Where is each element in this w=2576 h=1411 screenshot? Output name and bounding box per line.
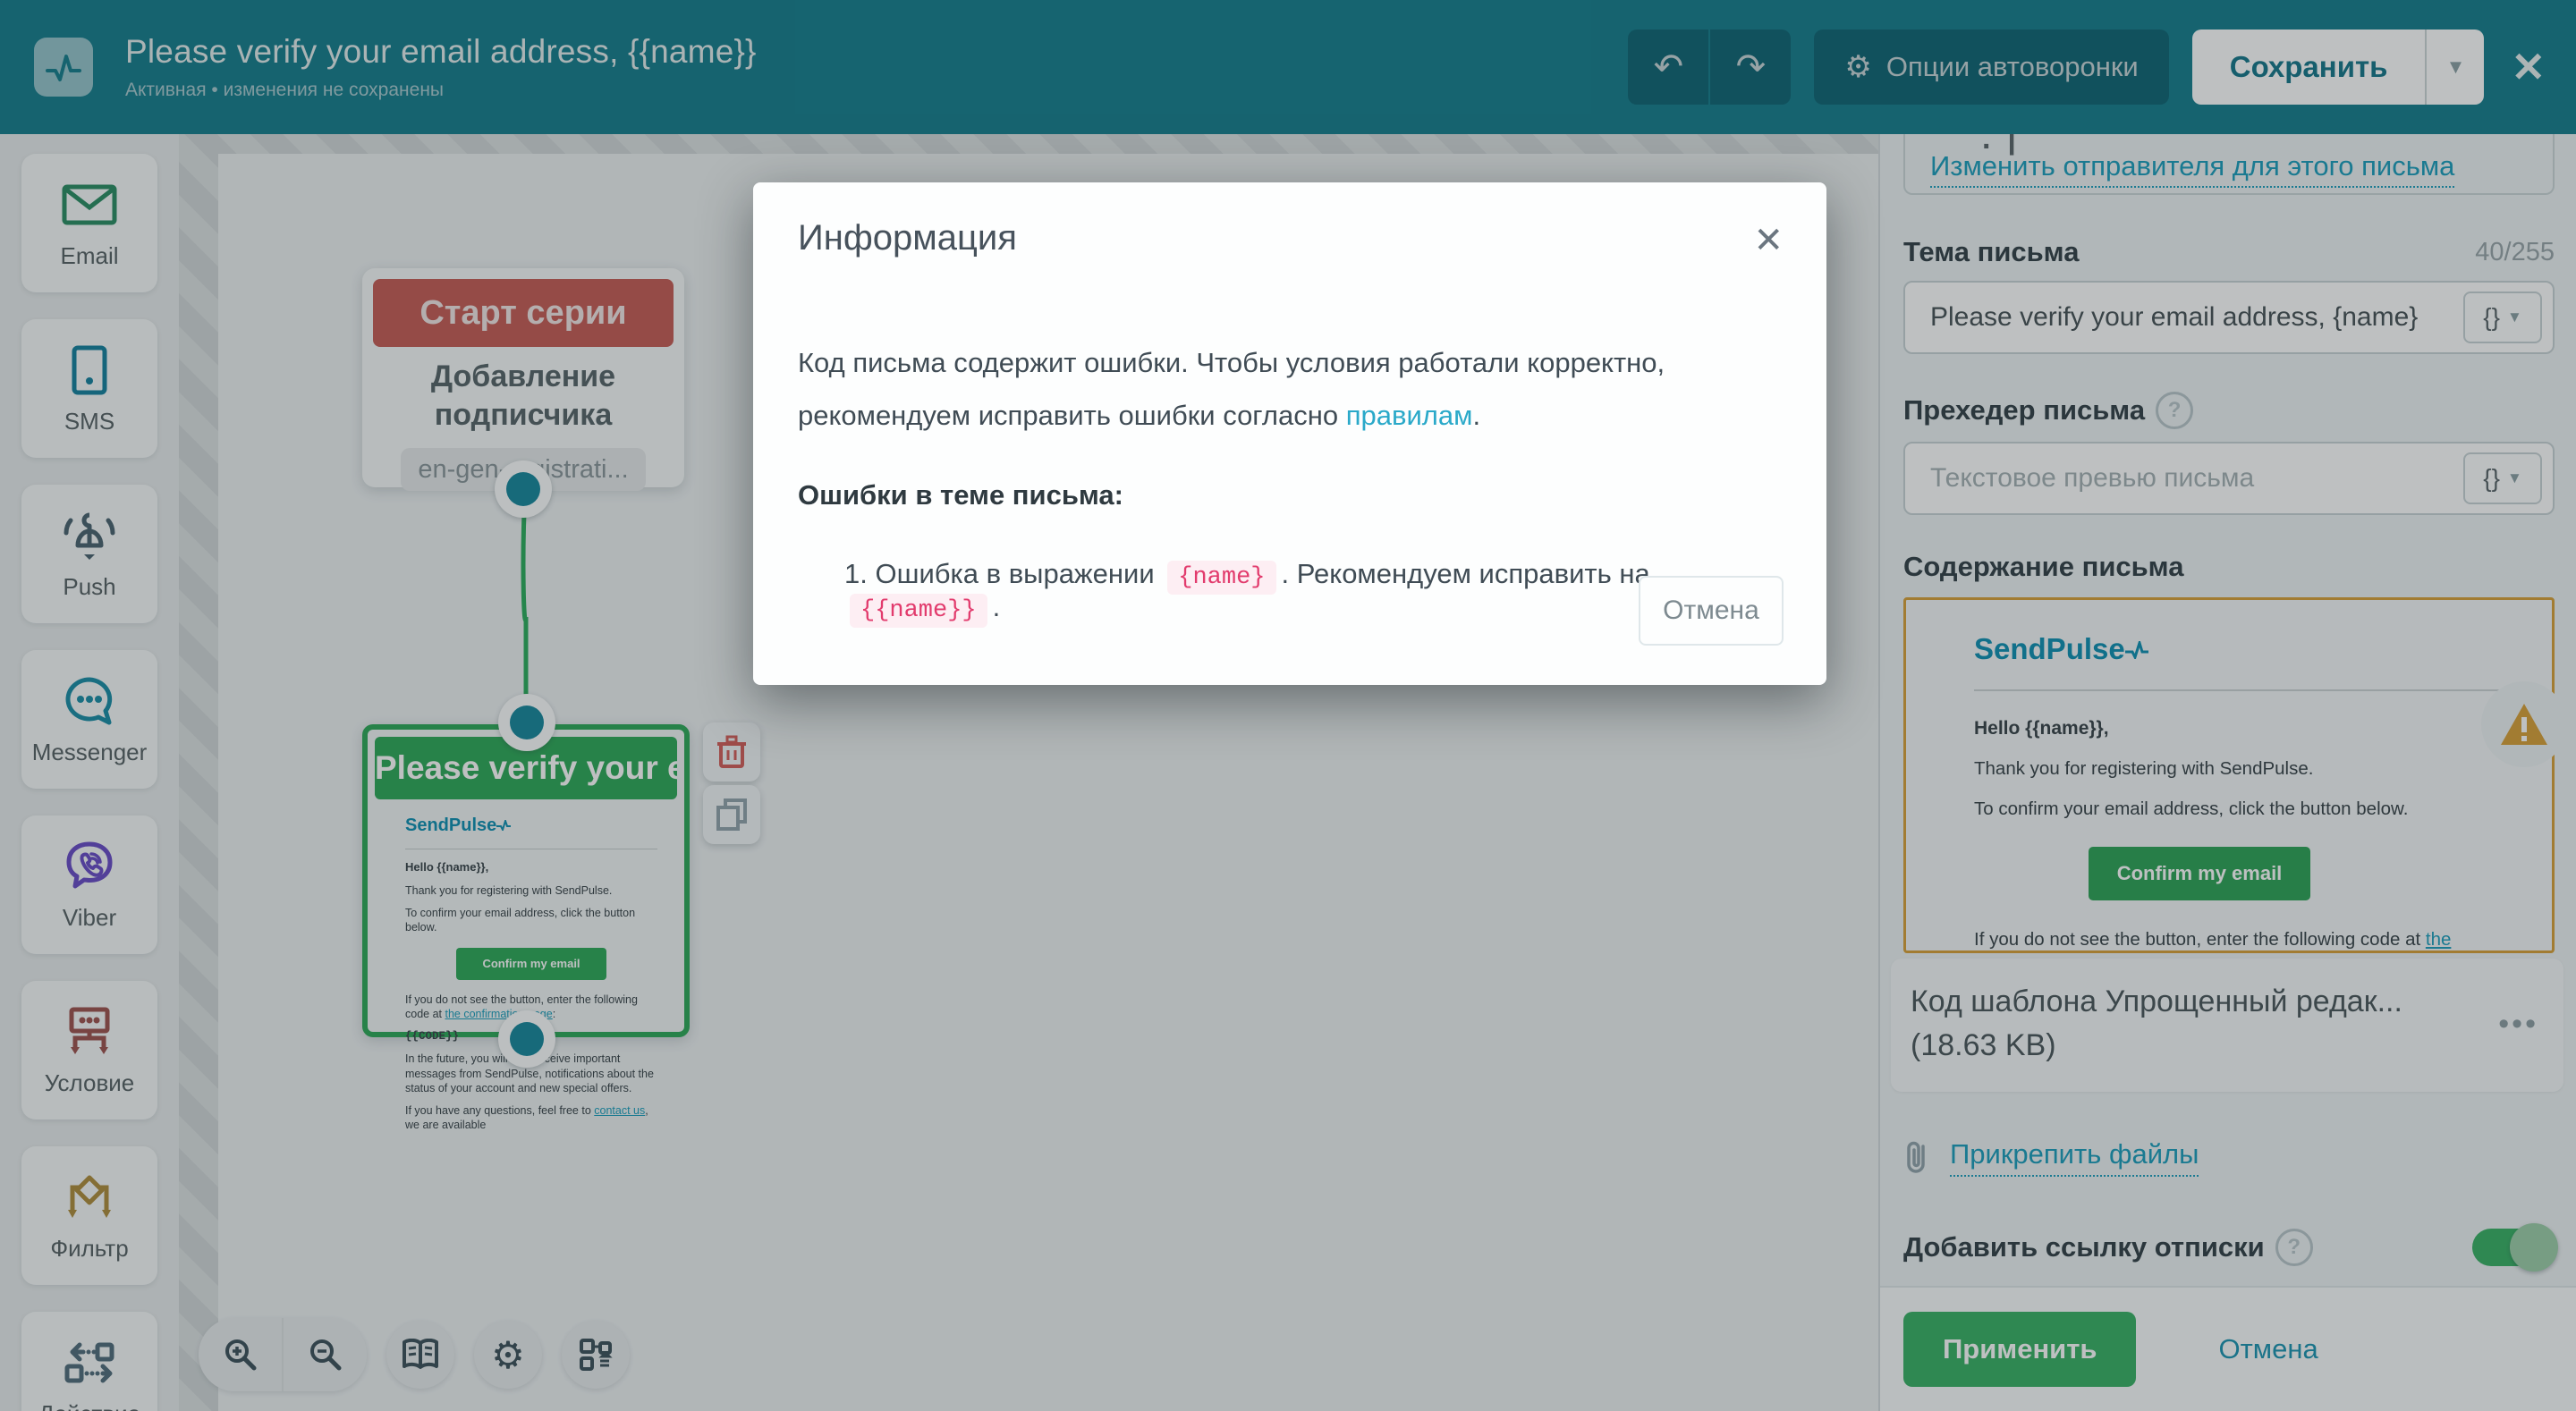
modal-error-item: 1. Ошибка в выражении {name}. Рекомендуе… [798,558,1782,624]
modal-title: Информация [798,218,1782,258]
autoflow-editor: Please verify your email address, {{name… [0,0,2576,1411]
modal-body-text: Код письма содержит ошибки. Чтобы услови… [798,337,1674,522]
suggested-expression-chip: {{name}} [850,594,987,628]
modal-close-icon[interactable]: ✕ [1753,220,1784,261]
info-modal: Информация ✕ Код письма содержит ошибки.… [753,182,1826,685]
error-expression-chip: {name} [1167,561,1275,595]
modal-errors-heading: Ошибки в теме письма: [798,469,1674,522]
modal-cancel-button[interactable]: Отмена [1639,576,1784,646]
rules-link[interactable]: правилам [1346,400,1473,431]
